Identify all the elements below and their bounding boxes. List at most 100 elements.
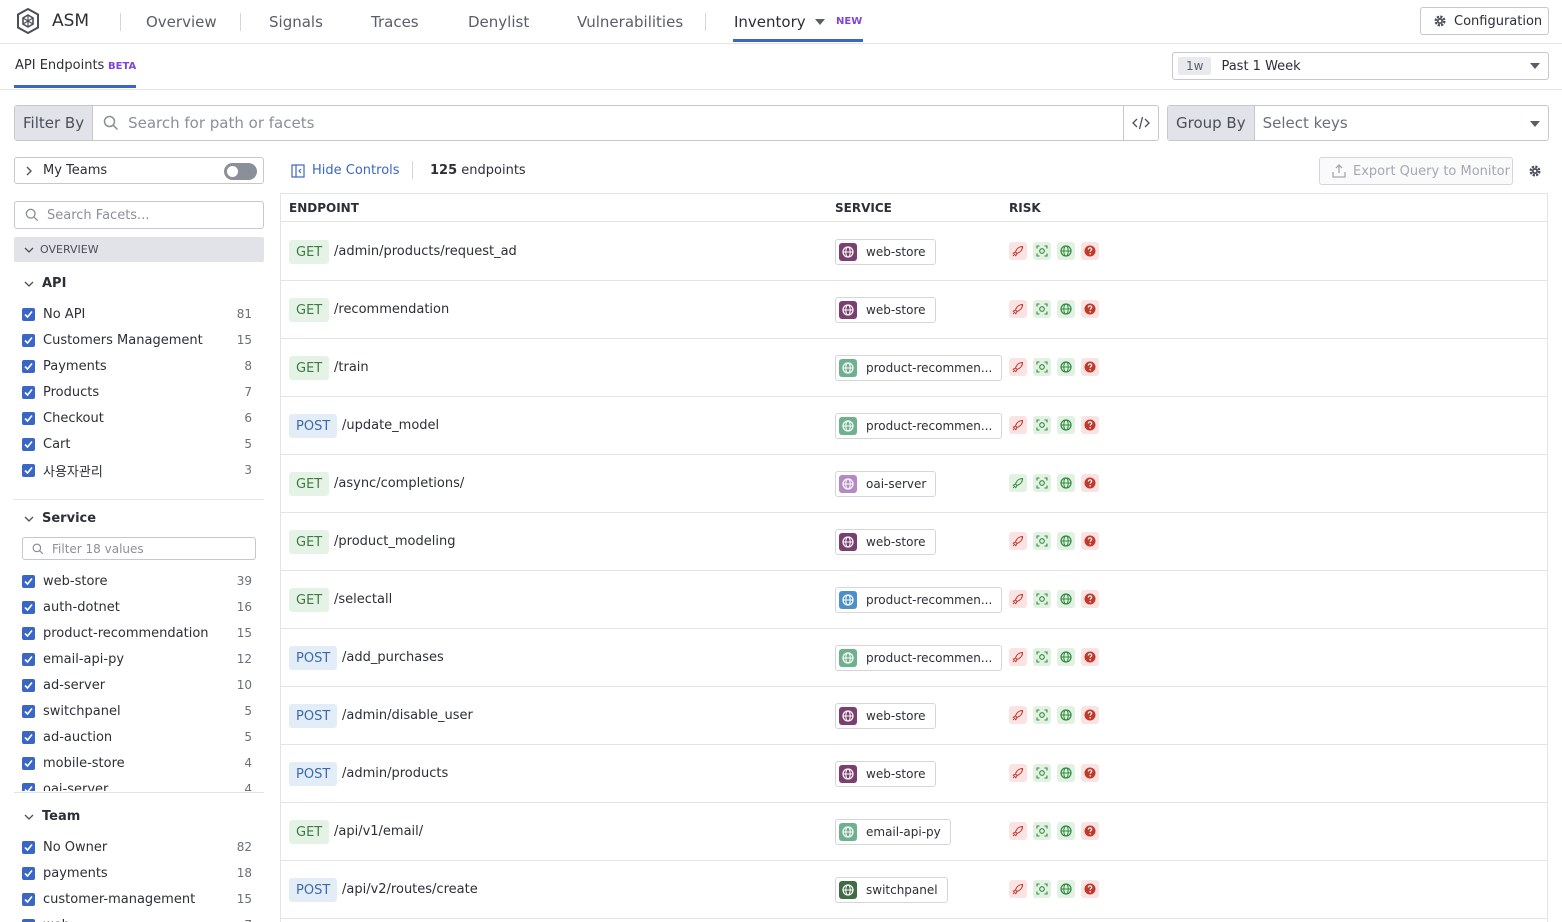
checkbox[interactable]: [22, 574, 35, 588]
service-chip[interactable]: oai-server: [835, 471, 937, 497]
service-chip[interactable]: web-store: [835, 703, 936, 729]
query-editor-button[interactable]: [1123, 106, 1158, 140]
group-by-select[interactable]: Select keys: [1255, 106, 1548, 140]
table-row[interactable]: POST/admin/disable_user web-store: [281, 687, 1547, 745]
exploit-risk-icon[interactable]: [1009, 648, 1027, 666]
filter-search-input[interactable]: Search for path or facets: [93, 106, 1123, 140]
gear-icon[interactable]: [1528, 164, 1542, 178]
facet-value-row[interactable]: 사용자관리 3: [22, 460, 252, 480]
table-row[interactable]: POST/api/v2/routes/create switchpanel: [281, 861, 1547, 919]
service-scroll-area[interactable]: web-store 39 auth-dotnet 16 product-recommen…: [14, 569, 264, 791]
endpoint-path[interactable]: /admin/disable_user: [342, 708, 473, 723]
sensitive-data-risk-icon[interactable]: [1033, 764, 1051, 782]
exploit-risk-icon[interactable]: [1009, 764, 1027, 782]
facet-value-row[interactable]: ad-auction 5: [22, 727, 252, 747]
my-teams-row[interactable]: My Teams: [14, 157, 264, 184]
hide-controls-button[interactable]: Hide Controls: [291, 163, 400, 178]
table-row[interactable]: POST/add_purchases product-recommen...: [281, 629, 1547, 687]
public-exposure-risk-icon[interactable]: [1057, 416, 1075, 434]
service-chip[interactable]: web-store: [835, 761, 936, 787]
facet-value-row[interactable]: Cart 5: [22, 434, 252, 454]
column-header-endpoint[interactable]: ENDPOINT: [289, 201, 359, 215]
public-exposure-risk-icon[interactable]: [1057, 532, 1075, 550]
service-chip[interactable]: web-store: [835, 297, 936, 323]
public-exposure-risk-icon[interactable]: [1057, 880, 1075, 898]
facet-value-row[interactable]: Checkout 6: [22, 408, 252, 428]
checkbox[interactable]: [22, 730, 35, 744]
table-row[interactable]: GET/product_modeling web-store: [281, 513, 1547, 571]
unknown-risk-icon[interactable]: [1081, 242, 1099, 260]
table-row[interactable]: GET/train product-recommen...: [281, 339, 1547, 397]
public-exposure-risk-icon[interactable]: [1057, 764, 1075, 782]
table-row[interactable]: POST/admin/products web-store: [281, 745, 1547, 803]
checkbox[interactable]: [22, 600, 35, 614]
facet-value-row[interactable]: oai-server 4: [22, 779, 252, 791]
facet-value-row[interactable]: web7: [22, 915, 252, 922]
checkbox[interactable]: [22, 840, 35, 854]
endpoint-path[interactable]: /api/v1/email/: [334, 824, 423, 839]
exploit-risk-icon[interactable]: [1009, 300, 1027, 318]
tab-denylist[interactable]: Denylist: [468, 13, 529, 31]
facet-value-row[interactable]: No API 81: [22, 304, 252, 324]
public-exposure-risk-icon[interactable]: [1057, 822, 1075, 840]
checkbox[interactable]: [22, 678, 35, 692]
table-row[interactable]: GET/selectall product-recommen...: [281, 571, 1547, 629]
checkbox[interactable]: [22, 866, 35, 880]
sensitive-data-risk-icon[interactable]: [1033, 706, 1051, 724]
unknown-risk-icon[interactable]: [1081, 764, 1099, 782]
unknown-risk-icon[interactable]: [1081, 880, 1099, 898]
table-row[interactable]: GET/recommendation web-store: [281, 281, 1547, 339]
checkbox[interactable]: [22, 333, 35, 347]
unknown-risk-icon[interactable]: [1081, 474, 1099, 492]
checkbox[interactable]: [22, 463, 35, 477]
unknown-risk-icon[interactable]: [1081, 416, 1099, 434]
public-exposure-risk-icon[interactable]: [1057, 590, 1075, 608]
table-row[interactable]: GET/async/completions/oai-server: [281, 455, 1547, 513]
endpoint-path[interactable]: /selectall: [334, 592, 392, 607]
facet-value-row[interactable]: Payments 8: [22, 356, 252, 376]
checkbox[interactable]: [22, 411, 35, 425]
facet-search-input[interactable]: Search Facets...: [14, 201, 264, 229]
unknown-risk-icon[interactable]: [1081, 648, 1099, 666]
service-chip[interactable]: product-recommen...: [835, 413, 1003, 439]
tab-inventory[interactable]: Inventory: [734, 13, 806, 31]
service-chip[interactable]: product-recommen...: [835, 587, 1003, 613]
unknown-risk-icon[interactable]: [1081, 300, 1099, 318]
facet-value-row[interactable]: switchpanel 5: [22, 701, 252, 721]
unknown-risk-icon[interactable]: [1081, 358, 1099, 376]
endpoint-path[interactable]: /admin/products/request_ad: [334, 244, 517, 259]
checkbox[interactable]: [22, 359, 35, 373]
sensitive-data-risk-icon[interactable]: [1033, 242, 1051, 260]
facet-value-row[interactable]: email-api-py 12: [22, 649, 252, 669]
tab-signals[interactable]: Signals: [269, 13, 323, 31]
exploit-risk-icon[interactable]: [1009, 242, 1027, 260]
checkbox[interactable]: [22, 892, 35, 906]
sensitive-data-risk-icon[interactable]: [1033, 880, 1051, 898]
public-exposure-risk-icon[interactable]: [1057, 300, 1075, 318]
service-chip[interactable]: product-recommen...: [835, 645, 1003, 671]
facet-service-header[interactable]: Service: [24, 511, 96, 526]
exploit-risk-icon[interactable]: [1009, 706, 1027, 724]
checkbox[interactable]: [22, 307, 35, 321]
service-chip[interactable]: switchpanel: [835, 877, 948, 903]
table-row[interactable]: POST/update_model product-recommen...: [281, 397, 1547, 455]
column-header-service[interactable]: SERVICE: [835, 201, 892, 215]
tab-vulnerabilities[interactable]: Vulnerabilities: [577, 13, 683, 31]
checkbox[interactable]: [22, 437, 35, 451]
checkbox[interactable]: [22, 918, 35, 922]
export-query-button[interactable]: Export Query to Monitor: [1319, 157, 1513, 185]
endpoint-path[interactable]: /async/completions/: [334, 476, 464, 491]
exploit-risk-icon[interactable]: [1009, 822, 1027, 840]
endpoint-path[interactable]: /admin/products: [342, 766, 448, 781]
my-teams-toggle[interactable]: [224, 163, 257, 180]
endpoint-path[interactable]: /recommendation: [334, 302, 449, 317]
service-chip[interactable]: product-recommen...: [835, 355, 1003, 381]
public-exposure-risk-icon[interactable]: [1057, 648, 1075, 666]
endpoint-path[interactable]: /train: [334, 360, 369, 375]
exploit-risk-icon[interactable]: [1009, 590, 1027, 608]
service-chip[interactable]: email-api-py: [835, 819, 951, 845]
facet-value-row[interactable]: auth-dotnet 16: [22, 597, 252, 617]
facet-value-row[interactable]: payments 18: [22, 863, 252, 883]
unknown-risk-icon[interactable]: [1081, 532, 1099, 550]
facet-api-header[interactable]: API: [24, 276, 66, 291]
